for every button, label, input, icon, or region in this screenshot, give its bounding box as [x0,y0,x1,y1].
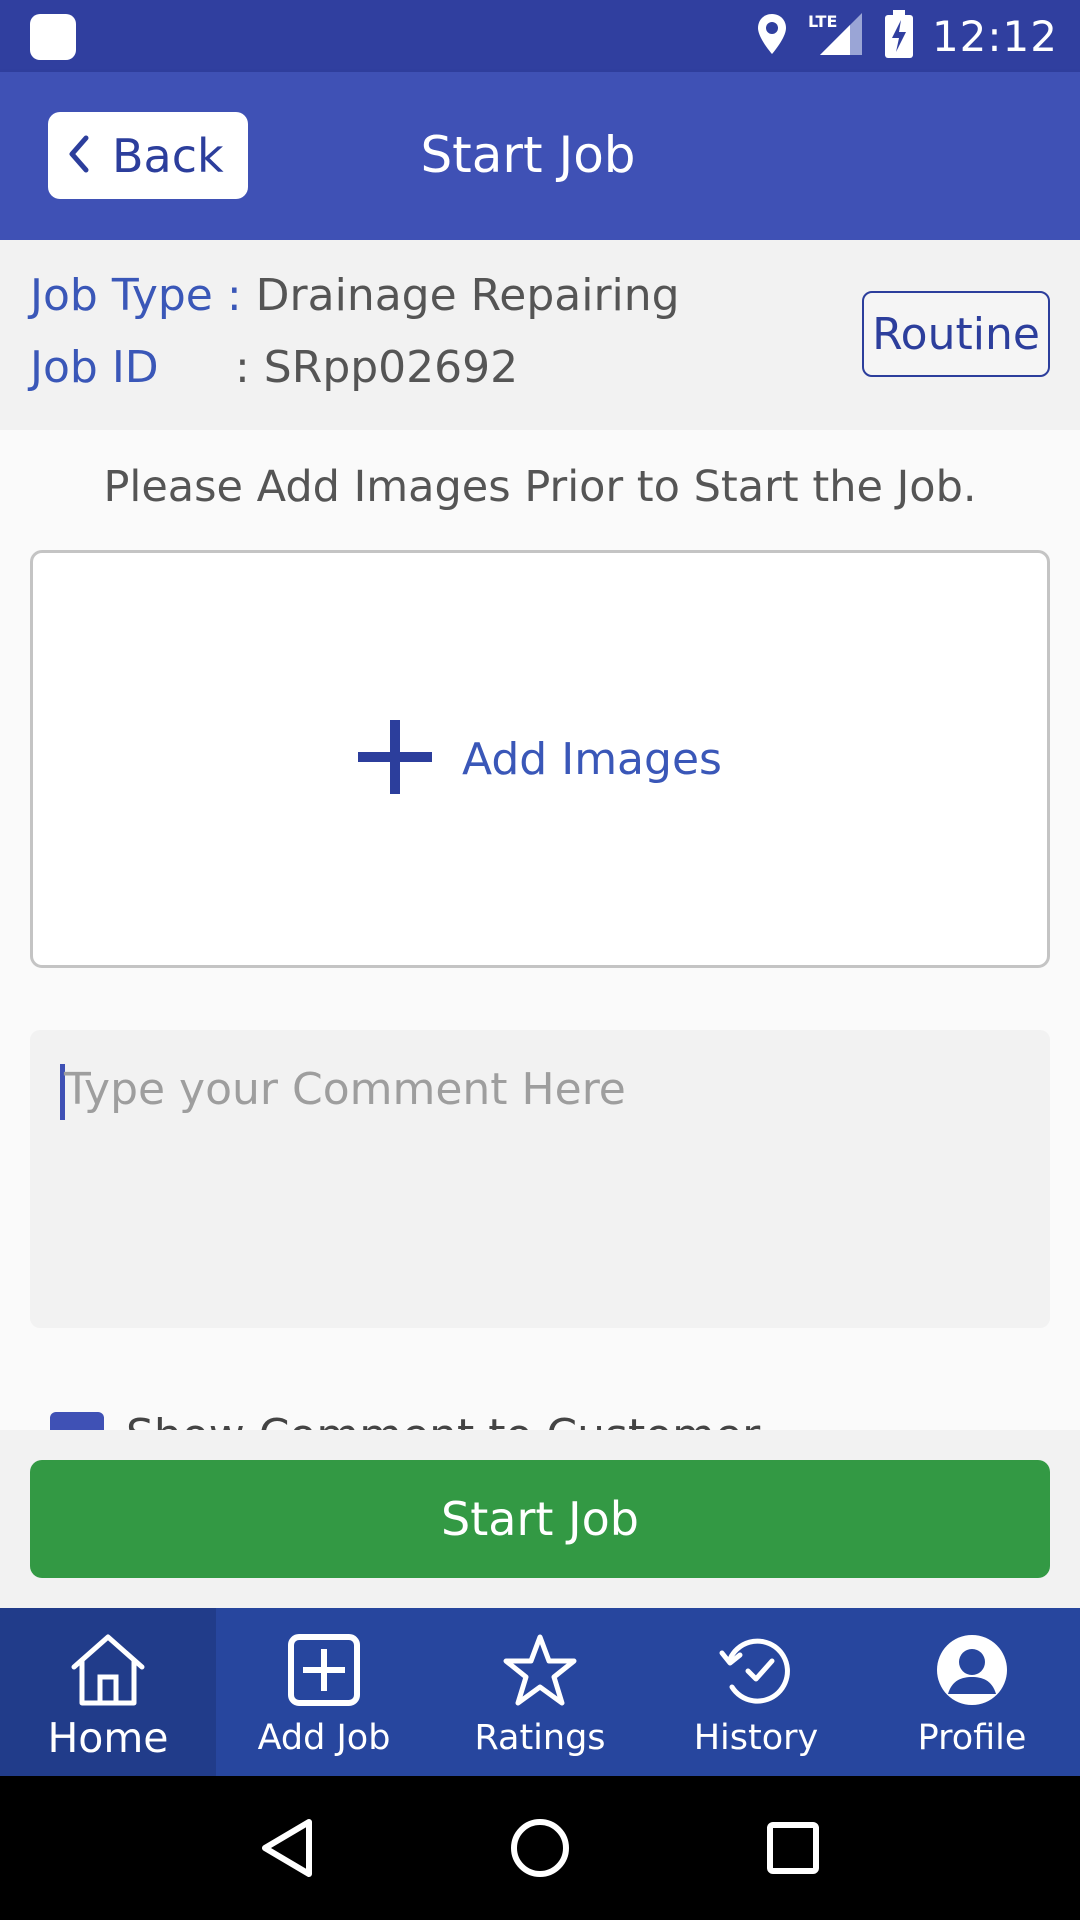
job-id-label: Job ID [30,342,159,393]
add-box-icon [282,1630,366,1710]
bottom-nav: Home Add Job Ratings History Profile [0,1608,1080,1776]
nav-label-add-job: Add Job [257,1718,391,1758]
profile-icon [930,1630,1014,1710]
start-job-button[interactable]: Start Job [30,1460,1050,1578]
comment-placeholder: Type your Comment Here [64,1064,626,1115]
show-comment-checkbox[interactable] [50,1412,104,1430]
job-type-row: Job Type : Drainage Repairing [30,270,680,321]
nav-label-home: Home [47,1714,169,1762]
home-icon [66,1630,150,1710]
system-recents-button[interactable] [753,1808,833,1888]
nav-label-ratings: Ratings [474,1718,606,1758]
network-label: LTE [808,12,837,31]
nav-item-add-job[interactable]: Add Job [216,1608,432,1776]
nav-label-history: History [693,1718,819,1758]
instruction-text: Please Add Images Prior to Start the Job… [103,462,977,512]
plus-icon [358,720,433,798]
job-type-value: Drainage Repairing [241,270,680,321]
job-type-label: Job Type : [30,270,242,321]
app-bar: Back Start Job [0,72,1080,240]
job-id-row: Job ID : SRpp02692 [30,342,518,393]
system-back-button[interactable] [247,1808,327,1888]
star-icon [498,1630,582,1710]
add-images-button[interactable]: Add Images [30,550,1050,968]
location-icon [756,12,788,60]
system-nav-bar [0,1776,1080,1920]
nav-item-history[interactable]: History [648,1608,864,1776]
show-comment-row[interactable]: Show Comment to Customer [50,1410,850,1430]
action-area: Start Job [0,1430,1080,1608]
app-notification-icon [30,14,76,60]
add-images-label: Add Images [462,733,722,785]
status-bar: LTE 12:12 [0,0,1080,72]
system-home-button[interactable] [500,1808,580,1888]
nav-item-home[interactable]: Home [0,1608,216,1776]
comment-input[interactable]: Type your Comment Here [30,1030,1050,1328]
battery-charging-icon [884,10,914,62]
history-icon [714,1630,798,1710]
nav-label-profile: Profile [917,1718,1027,1758]
show-comment-label: Show Comment to Customer [126,1410,760,1430]
status-icons: LTE 12:12 [756,0,1058,72]
nav-item-profile[interactable]: Profile [864,1608,1080,1776]
status-time: 12:12 [931,11,1058,61]
job-info-panel: Job Type : Drainage Repairing Job ID : S… [0,240,1080,430]
nav-item-ratings[interactable]: Ratings [432,1608,648,1776]
job-id-value: : SRpp02692 [235,342,519,393]
priority-badge: Routine [862,291,1050,377]
lte-signal-icon: LTE [806,9,866,63]
page-title: Start Job [420,126,636,184]
